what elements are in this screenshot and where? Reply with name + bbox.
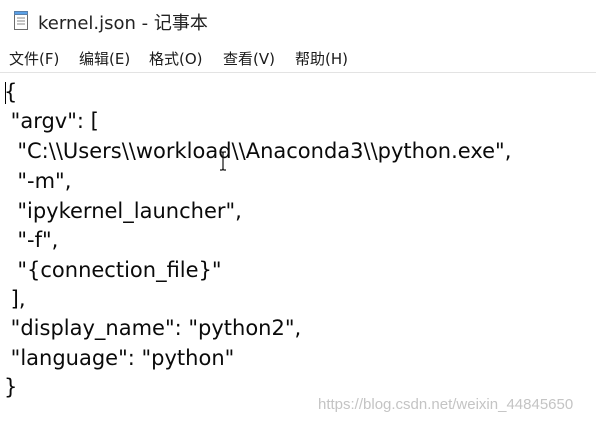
code-line: "C:\\Users\\workload\\Anaconda3\\python.… [4,139,512,163]
code-line: { [4,80,18,104]
text-cursor-icon [219,151,227,171]
text-editor[interactable]: { "argv": [ "C:\\Users\\workload\\Anacon… [0,73,596,423]
menu-format[interactable]: 格式(O) [147,47,205,70]
code-line: "language": "python" [4,346,235,370]
menu-bar: 文件(F) 编辑(E) 格式(O) 查看(V) 帮助(H) [0,44,596,73]
code-line: "display_name": "python2", [4,316,302,340]
menu-help[interactable]: 帮助(H) [293,47,350,70]
notepad-icon [14,11,28,30]
menu-edit[interactable]: 编辑(E) [77,47,132,70]
title-bar[interactable]: kernel.json - 记事本 [0,0,596,40]
watermark: https://blog.csdn.net/weixin_44845650 [318,396,574,413]
code-line: } [4,375,18,399]
code-line: "ipykernel_launcher", [4,199,242,223]
code-line: "-f", [4,228,59,252]
code-line: "{connection_file}" [4,258,222,282]
notepad-window: kernel.json - 记事本 文件(F) 编辑(E) 格式(O) 查看(V… [0,0,596,423]
menu-file[interactable]: 文件(F) [7,47,61,70]
code-line: "-m", [4,169,72,193]
code-line: "argv": [ [4,109,99,133]
window-title: kernel.json - 记事本 [38,13,208,34]
code-line: ], [4,287,26,311]
menu-view[interactable]: 查看(V) [221,47,277,70]
